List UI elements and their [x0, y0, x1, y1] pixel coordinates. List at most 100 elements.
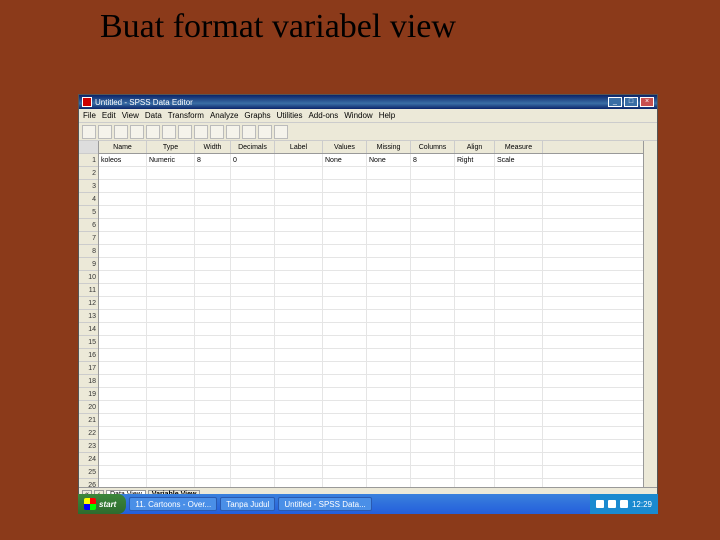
cell[interactable]: [147, 414, 195, 426]
cell[interactable]: [455, 362, 495, 374]
cell[interactable]: None: [323, 154, 367, 166]
cell[interactable]: [367, 453, 411, 465]
cell[interactable]: [323, 453, 367, 465]
row-header[interactable]: 13: [79, 310, 98, 323]
cell[interactable]: [147, 310, 195, 322]
cell[interactable]: [495, 427, 543, 439]
row-header[interactable]: 19: [79, 388, 98, 401]
cell[interactable]: [495, 349, 543, 361]
cell[interactable]: [195, 297, 231, 309]
row-header[interactable]: 18: [79, 375, 98, 388]
cell[interactable]: [195, 336, 231, 348]
task-cartoons[interactable]: 11. Cartoons - Over...: [129, 497, 217, 511]
cell[interactable]: [231, 167, 275, 179]
cell[interactable]: [231, 414, 275, 426]
row-header[interactable]: 8: [79, 245, 98, 258]
tray-icon[interactable]: [596, 500, 604, 508]
cell[interactable]: [367, 466, 411, 478]
cell[interactable]: [455, 466, 495, 478]
cell[interactable]: [411, 414, 455, 426]
cell[interactable]: [147, 401, 195, 413]
cell[interactable]: [231, 271, 275, 283]
cell[interactable]: [455, 388, 495, 400]
tool-chart[interactable]: [210, 125, 224, 139]
cell[interactable]: [147, 362, 195, 374]
close-button[interactable]: ×: [640, 97, 654, 107]
cell[interactable]: [275, 219, 323, 231]
cell[interactable]: [99, 297, 147, 309]
cell[interactable]: [455, 258, 495, 270]
cell[interactable]: [411, 297, 455, 309]
cell[interactable]: [99, 180, 147, 192]
row-header[interactable]: 9: [79, 258, 98, 271]
cell[interactable]: [455, 479, 495, 487]
cell[interactable]: [367, 414, 411, 426]
cell[interactable]: [195, 167, 231, 179]
cell[interactable]: [411, 258, 455, 270]
cell[interactable]: [275, 323, 323, 335]
cell[interactable]: [495, 193, 543, 205]
tray-icon[interactable]: [620, 500, 628, 508]
cell[interactable]: [495, 232, 543, 244]
cell[interactable]: [275, 453, 323, 465]
cell[interactable]: Right: [455, 154, 495, 166]
cell[interactable]: [99, 401, 147, 413]
cell[interactable]: [99, 271, 147, 283]
cell[interactable]: [411, 440, 455, 452]
tray-icon[interactable]: [608, 500, 616, 508]
cell[interactable]: [367, 479, 411, 487]
cell[interactable]: [195, 401, 231, 413]
task-tanpa-judul[interactable]: Tanpa Judul: [220, 497, 275, 511]
cell[interactable]: [195, 232, 231, 244]
cell[interactable]: [275, 375, 323, 387]
tool-save[interactable]: [98, 125, 112, 139]
cell[interactable]: [275, 388, 323, 400]
cell[interactable]: [411, 427, 455, 439]
cell[interactable]: [411, 271, 455, 283]
tool-select[interactable]: [242, 125, 256, 139]
cell[interactable]: [323, 349, 367, 361]
cell[interactable]: [455, 323, 495, 335]
cell[interactable]: [275, 297, 323, 309]
cell[interactable]: [411, 245, 455, 257]
cell[interactable]: [323, 414, 367, 426]
cell[interactable]: [147, 193, 195, 205]
cell[interactable]: [455, 219, 495, 231]
cell[interactable]: [147, 427, 195, 439]
cell[interactable]: [275, 232, 323, 244]
cell[interactable]: [275, 271, 323, 283]
cell[interactable]: [231, 427, 275, 439]
cell[interactable]: [411, 401, 455, 413]
cell[interactable]: [367, 232, 411, 244]
cell[interactable]: [147, 232, 195, 244]
row-header[interactable]: 17: [79, 362, 98, 375]
cell[interactable]: [367, 258, 411, 270]
row-header[interactable]: 1: [79, 154, 98, 167]
cell[interactable]: [323, 258, 367, 270]
cell[interactable]: [411, 167, 455, 179]
cell[interactable]: [275, 258, 323, 270]
cell[interactable]: [495, 336, 543, 348]
row-header[interactable]: 15: [79, 336, 98, 349]
cell[interactable]: [275, 245, 323, 257]
cell[interactable]: [455, 414, 495, 426]
row-header[interactable]: 10: [79, 271, 98, 284]
tool-sets[interactable]: [274, 125, 288, 139]
col-missing[interactable]: Missing: [367, 141, 411, 153]
cell[interactable]: [411, 180, 455, 192]
tool-undo[interactable]: [130, 125, 144, 139]
cell[interactable]: [275, 193, 323, 205]
tool-weight[interactable]: [226, 125, 240, 139]
cell[interactable]: [367, 427, 411, 439]
cell[interactable]: [275, 180, 323, 192]
cell[interactable]: [231, 284, 275, 296]
vertical-scrollbar[interactable]: [643, 141, 657, 487]
cell[interactable]: [411, 284, 455, 296]
cell[interactable]: [147, 167, 195, 179]
cell[interactable]: [99, 245, 147, 257]
cell[interactable]: [195, 375, 231, 387]
cell[interactable]: [231, 310, 275, 322]
row-header[interactable]: 14: [79, 323, 98, 336]
cell[interactable]: [275, 310, 323, 322]
cell[interactable]: [323, 271, 367, 283]
